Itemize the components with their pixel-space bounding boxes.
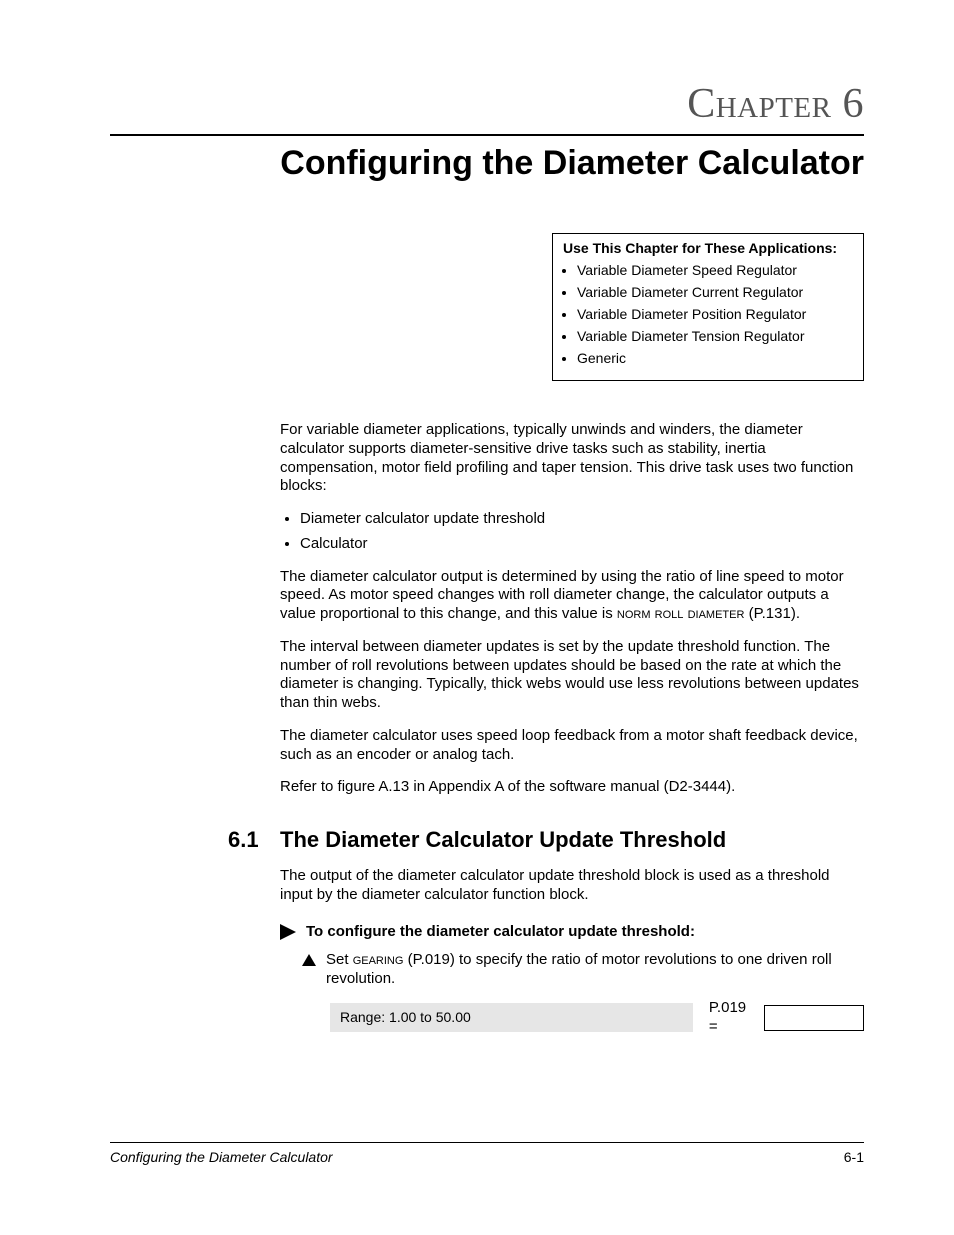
list-item: Variable Diameter Tension Regulator [577, 328, 853, 344]
intro-bullets: Diameter calculator update threshold Cal… [280, 510, 864, 554]
procedure-title: To configure the diameter calculator upd… [306, 923, 695, 942]
triangle-up-icon [302, 954, 316, 966]
section-p1: The output of the diameter calculator up… [280, 867, 864, 905]
intro-p1: For variable diameter applications, typi… [280, 421, 864, 496]
chapter-label: Chapter 6 [110, 80, 864, 128]
chapter-number: 6 [843, 81, 865, 127]
list-item: Variable Diameter Speed Regulator [577, 262, 853, 278]
applications-box: Use This Chapter for These Applications:… [552, 233, 864, 381]
param-name: gearing [353, 951, 404, 968]
param-label: P.019 = [709, 999, 758, 1037]
intro-p5: Refer to figure A.13 in Appendix A of th… [280, 778, 864, 797]
intro-p3: The interval between diameter updates is… [280, 638, 864, 713]
page: Chapter 6 Configuring the Diameter Calcu… [0, 0, 954, 1235]
section-number: 6.1 [110, 827, 280, 853]
title-rule [110, 134, 864, 136]
intro-body: For variable diameter applications, typi… [280, 421, 864, 797]
section-title: The Diameter Calculator Update Threshold [280, 827, 726, 853]
list-item: Calculator [300, 535, 864, 554]
intro-p4: The diameter calculator uses speed loop … [280, 727, 864, 765]
chapter-title: Configuring the Diameter Calculator [110, 144, 864, 183]
procedure-step: Set gearing (P.019) to specify the ratio… [302, 951, 864, 989]
section-body: The output of the diameter calculator up… [280, 867, 864, 1036]
chapter-word: Chapter [687, 81, 831, 127]
step-text: Set gearing (P.019) to specify the ratio… [326, 951, 864, 989]
list-item: Variable Diameter Position Regulator [577, 306, 853, 322]
list-item: Diameter calculator update threshold [300, 510, 864, 529]
parameter-row: Range: 1.00 to 50.00 P.019 = [330, 999, 864, 1037]
param-name: norm roll diameter [617, 605, 745, 622]
intro-p2: The diameter calculator output is determ… [280, 568, 864, 624]
applications-title: Use This Chapter for These Applications: [563, 240, 853, 256]
section-heading: 6.1 The Diameter Calculator Update Thres… [110, 827, 864, 853]
applications-list: Variable Diameter Speed Regulator Variab… [563, 262, 853, 366]
footer-left: Configuring the Diameter Calculator [110, 1149, 333, 1165]
step1a: Set [326, 951, 353, 968]
triangle-right-icon [280, 924, 296, 940]
procedure-heading: To configure the diameter calculator upd… [280, 923, 864, 942]
list-item: Variable Diameter Current Regulator [577, 284, 853, 300]
intro-p2b: (P.131). [744, 605, 800, 622]
range-box: Range: 1.00 to 50.00 [330, 1003, 693, 1033]
page-footer: Configuring the Diameter Calculator 6-1 [110, 1142, 864, 1165]
footer-right: 6-1 [844, 1149, 864, 1165]
list-item: Generic [577, 350, 853, 366]
param-input[interactable] [764, 1005, 864, 1031]
